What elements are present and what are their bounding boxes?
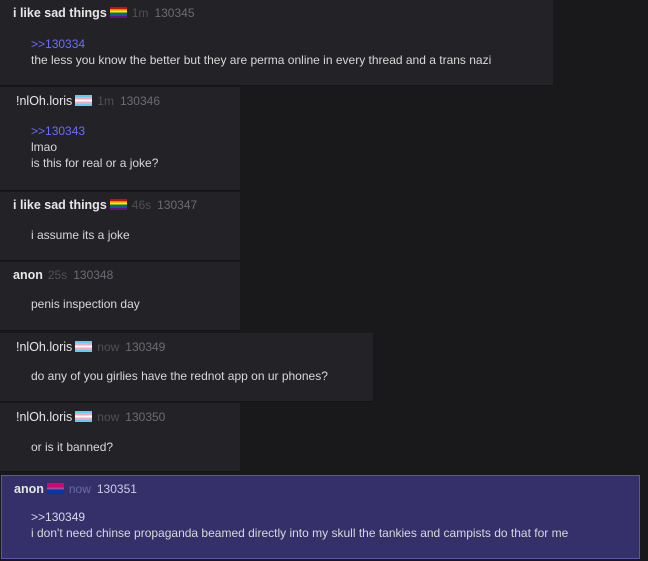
post-130346: !nlOh.loris 1m 130346 >>130343 lmao is thi… — [0, 87, 240, 191]
post-text: lmao — [31, 140, 58, 154]
post-130351: anon now 130351 >>130349 i don't need chin… — [1, 475, 640, 559]
post-header: !nlOh.loris 1m 130346 — [16, 94, 160, 108]
trans-flag-icon — [75, 95, 93, 106]
post-130349: !nlOh.loris now 130349 do any of you girli… — [0, 333, 373, 402]
post-130345: i like sad things 1m 130345 >>130334 the l… — [0, 0, 553, 86]
post-body: do any of you girlies have the rednot ap… — [31, 368, 328, 384]
poster-name[interactable]: anon — [13, 268, 43, 282]
post-header: anon now 130351 — [14, 482, 137, 496]
post-time: now — [68, 482, 91, 496]
post-time: 1m — [131, 6, 149, 20]
poster-name[interactable]: !nlOh.loris — [16, 94, 72, 108]
post-time: 46s — [131, 198, 152, 212]
post-time: 25s — [47, 268, 68, 282]
post-text: penis inspection day — [31, 297, 140, 311]
post-130347: i like sad things 46s 130347 i assume its … — [0, 192, 240, 261]
post-130348: anon 25s 130348 penis inspection day — [0, 262, 240, 331]
rainbow-flag-icon — [109, 7, 127, 18]
post-body: >>130334 the less you know the better bu… — [31, 36, 491, 68]
quote-link[interactable]: >>130334 — [31, 36, 491, 52]
post-header: !nlOh.loris now 130349 — [16, 340, 165, 354]
post-text: is this for real or a joke? — [31, 156, 159, 170]
post-header: !nlOh.loris now 130350 — [16, 410, 165, 424]
post-header: i like sad things 46s 130347 — [13, 198, 197, 212]
post-text: do any of you girlies have the rednot ap… — [31, 369, 328, 383]
post-number[interactable]: 130345 — [154, 6, 194, 20]
post-number[interactable]: 130349 — [125, 340, 165, 354]
post-text: i don't need chinse propaganda beamed di… — [31, 526, 569, 540]
post-header: anon 25s 130348 — [13, 268, 113, 282]
post-number[interactable]: 130351 — [97, 482, 137, 496]
quote-link[interactable]: >>130343 — [31, 123, 158, 139]
trans-flag-icon — [75, 411, 93, 422]
post-time: now — [97, 340, 120, 354]
post-body: penis inspection day — [31, 296, 140, 312]
post-number[interactable]: 130350 — [125, 410, 165, 424]
thread: i like sad things 1m 130345 >>130334 the l… — [0, 0, 648, 561]
post-body: or is it banned? — [31, 439, 113, 455]
poster-name[interactable]: !nlOh.loris — [16, 340, 72, 354]
post-time: now — [97, 410, 120, 424]
poster-name[interactable]: anon — [14, 482, 44, 496]
post-time: 1m — [97, 94, 114, 108]
post-body: >>130349 i don't need chinse propaganda … — [31, 509, 568, 541]
post-body: >>130343 lmao is this for real or a joke… — [31, 123, 158, 171]
quote-link[interactable]: >>130349 — [31, 509, 568, 525]
post-text: the less you know the better but they ar… — [31, 53, 492, 67]
post-header: i like sad things 1m 130345 — [13, 6, 195, 20]
post-text: or is it banned? — [31, 440, 114, 454]
poster-name[interactable]: !nlOh.loris — [16, 410, 72, 424]
post-text: i assume its a joke — [31, 228, 130, 242]
post-number[interactable]: 130347 — [157, 198, 197, 212]
poster-name[interactable]: i like sad things — [13, 6, 107, 20]
rainbow-flag-icon — [109, 199, 127, 210]
trans-flag-icon — [75, 341, 93, 352]
post-number[interactable]: 130348 — [73, 268, 113, 282]
post-130350: !nlOh.loris now 130350 or is it banned? — [0, 403, 240, 472]
post-number[interactable]: 130346 — [120, 94, 160, 108]
post-body: i assume its a joke — [31, 227, 130, 243]
bi-flag-icon — [46, 483, 64, 494]
poster-name[interactable]: i like sad things — [13, 198, 107, 212]
